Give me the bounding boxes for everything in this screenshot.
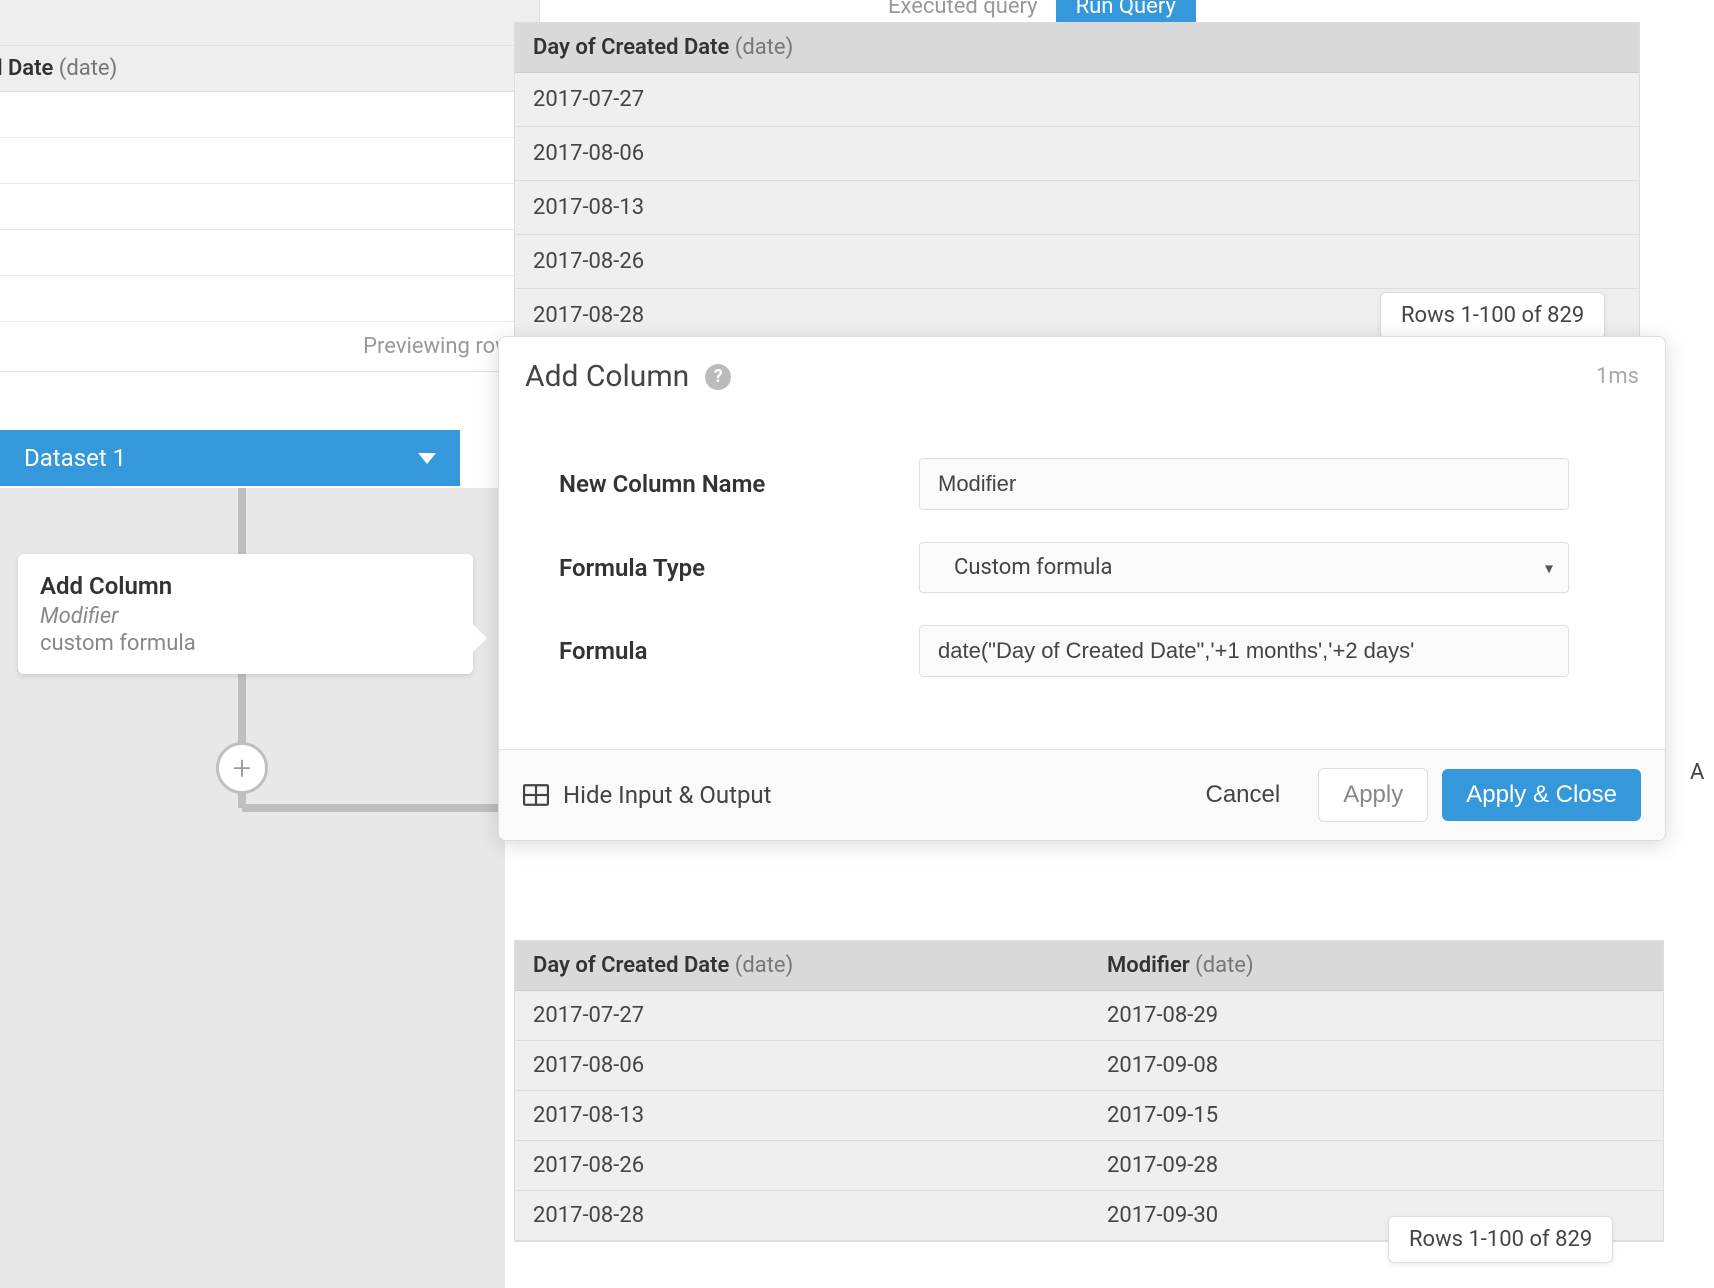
cell: 2017-08-29	[1089, 991, 1663, 1040]
table-row: 2017-08-26	[0, 230, 539, 276]
output-column-name: Modifier	[1107, 953, 1190, 978]
modal-header: Add Column ? 1ms	[499, 337, 1665, 416]
modal-timing: 1ms	[1596, 364, 1639, 389]
hide-io-label: Hide Input & Output	[563, 781, 772, 809]
table-row: 2017-08-26 2017-09-28	[515, 1141, 1663, 1191]
output-preview-table: Day of Created Date (date) Modifier (dat…	[514, 940, 1664, 1242]
output-column-header[interactable]: Modifier (date)	[1089, 941, 1663, 990]
left-column-type: (date)	[59, 56, 117, 81]
cancel-button[interactable]: Cancel	[1181, 769, 1304, 821]
formula-type-select[interactable]: Custom formula	[919, 542, 1569, 593]
table-row: 2017-08-13	[515, 181, 1639, 235]
cell: 2017-09-28	[1089, 1141, 1663, 1190]
apply-close-button[interactable]: Apply & Close	[1442, 769, 1641, 821]
pipeline-node-subtitle: Modifier	[40, 604, 451, 629]
cell: 2017-07-27	[515, 991, 1089, 1040]
cell: 2017-09-08	[1089, 1041, 1663, 1090]
table-icon	[523, 784, 549, 806]
modal-body: New Column Name Formula Type Custom form…	[499, 416, 1665, 749]
left-column-name: Day of Created Date	[0, 56, 53, 81]
formula-label: Formula	[559, 637, 919, 665]
table-row: 2017-08-13 2017-09-15	[515, 1091, 1663, 1141]
peek-letter: A	[1690, 760, 1704, 785]
pipeline-node-add-column[interactable]: Add Column Modifier custom formula	[18, 554, 473, 674]
preview-rows-label: Previewing rows	[0, 322, 539, 371]
rows-count-badge: Rows 1-100 of 829	[1388, 1216, 1613, 1263]
pipeline-canvas: Add Column Modifier custom formula +	[0, 488, 505, 1288]
output-column-name: Day of Created Date	[533, 953, 729, 978]
dataset-tab-label: Dataset 1	[24, 444, 126, 472]
table-row: 2017-07-27 2017-08-29	[515, 991, 1663, 1041]
cell: 2017-08-26	[515, 1141, 1089, 1190]
table-row: 2017-08-28	[0, 276, 539, 322]
output-column-type: (date)	[1195, 953, 1253, 978]
table-row: 2017-08-06	[515, 127, 1639, 181]
table-row: 2017-08-06	[0, 138, 539, 184]
table-row: 2017-07-27	[0, 92, 539, 138]
dataset-tab[interactable]: Dataset 1	[0, 430, 460, 486]
table-row: 2017-08-06 2017-09-08	[515, 1041, 1663, 1091]
pipeline-node-detail: custom formula	[40, 631, 451, 656]
help-icon[interactable]: ?	[705, 364, 731, 390]
table-row: 2017-08-26	[515, 235, 1639, 289]
pipeline-node-title: Add Column	[40, 572, 451, 600]
table-row: 2017-07-27	[515, 73, 1639, 127]
pipeline-connector	[242, 804, 542, 812]
add-column-modal: Add Column ? 1ms New Column Name Formula…	[498, 336, 1666, 841]
hide-io-toggle[interactable]: Hide Input & Output	[523, 781, 772, 809]
left-output-title: Query Output	[0, 0, 539, 46]
input-column-name: Day of Created Date	[533, 35, 729, 60]
new-column-name-label: New Column Name	[559, 470, 919, 498]
cell: 2017-08-06	[515, 1041, 1089, 1090]
modal-title: Add Column	[525, 359, 689, 394]
input-column-type: (date)	[735, 35, 793, 60]
left-column-header[interactable]: Day of Created Date (date)	[0, 46, 539, 92]
add-step-button[interactable]: +	[216, 742, 268, 794]
new-column-name-input[interactable]	[919, 458, 1569, 510]
left-output-table: Query Output Day of Created Date (date) …	[0, 0, 540, 372]
modal-footer: Hide Input & Output Cancel Apply Apply &…	[499, 749, 1665, 840]
plus-icon: +	[233, 749, 251, 787]
output-column-type: (date)	[735, 953, 793, 978]
cell: 2017-08-13	[515, 1091, 1089, 1140]
input-column-header[interactable]: Day of Created Date (date)	[515, 23, 1639, 73]
formula-input[interactable]	[919, 625, 1569, 677]
rows-count-badge: Rows 1-100 of 829	[1380, 292, 1605, 339]
formula-type-label: Formula Type	[559, 554, 919, 582]
chevron-down-icon	[418, 453, 436, 464]
cell: 2017-08-28	[515, 1191, 1089, 1240]
table-row: 2017-08-13	[0, 184, 539, 230]
apply-button[interactable]: Apply	[1318, 768, 1428, 822]
cell: 2017-09-15	[1089, 1091, 1663, 1140]
output-column-header[interactable]: Day of Created Date (date)	[515, 941, 1089, 990]
